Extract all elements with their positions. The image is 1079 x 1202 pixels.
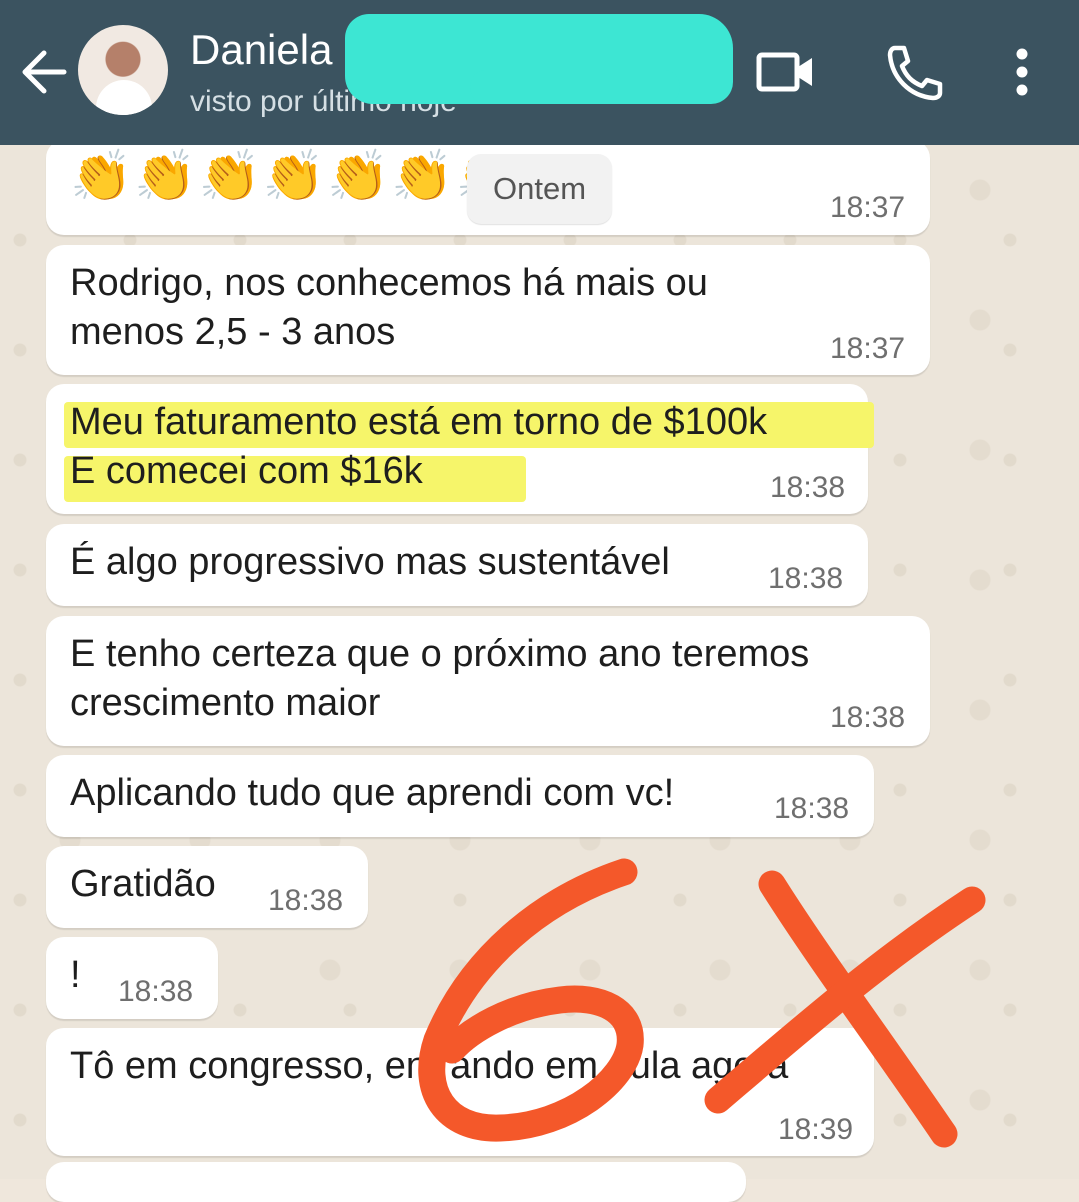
message-line: Meu faturamento está em torno de $100k	[70, 401, 768, 443]
message-time: 18:38	[770, 471, 846, 504]
contact-name[interactable]: Daniela	[190, 22, 332, 78]
message-text: É algo progressivo mas sustentável	[70, 541, 670, 583]
message-text: Rodrigo, nos conhecemos há mais ou menos…	[70, 259, 708, 357]
message-bubble[interactable]: Aplicando tudo que aprendi com vc! 18:38	[46, 755, 874, 837]
redaction-mark	[470, 70, 680, 104]
message-line: E tenho certeza que o próximo ano teremo…	[70, 633, 810, 675]
message-bubble[interactable]	[46, 1162, 746, 1202]
message-time: 18:38	[768, 562, 844, 595]
message-text: Meu faturamento está em torno de $100k E…	[70, 398, 767, 496]
message-bubble[interactable]: E tenho certeza que o próximo ano teremo…	[46, 616, 930, 746]
message-text: Gratidão	[70, 863, 216, 905]
message-line: E comecei com $16k	[70, 450, 423, 492]
avatar[interactable]	[78, 25, 168, 115]
message-line: menos 2,5 - 3 anos	[70, 311, 396, 353]
more-vert-icon[interactable]	[998, 40, 1046, 104]
message-text: E tenho certeza que o próximo ano teremo…	[70, 630, 809, 728]
date-separator: Ontem	[467, 154, 612, 224]
emoji-message-text: 👏👏👏👏👏👏👏	[70, 148, 470, 204]
message-line: crescimento maior	[70, 682, 381, 724]
message-bubble[interactable]: Tô em congresso, entrando em aula agora …	[46, 1028, 874, 1156]
message-bubble[interactable]: Gratidão 18:38	[46, 846, 368, 928]
phone-icon[interactable]	[878, 40, 948, 104]
message-time: 18:37	[830, 191, 906, 224]
message-time: 18:39	[778, 1113, 854, 1146]
message-text: Aplicando tudo que aprendi com vc!	[70, 772, 675, 814]
message-bubble[interactable]: ! 18:38	[46, 937, 218, 1019]
back-arrow-icon[interactable]	[18, 42, 70, 102]
message-time: 18:38	[268, 884, 344, 917]
message-text: Tô em congresso, entrando em aula agora	[70, 1045, 789, 1087]
message-time: 18:38	[830, 701, 906, 734]
message-time: 18:37	[830, 332, 906, 365]
video-call-icon[interactable]	[752, 40, 822, 104]
message-time: 18:38	[774, 792, 850, 825]
message-line: Rodrigo, nos conhecemos há mais ou	[70, 262, 708, 304]
message-bubble[interactable]: Rodrigo, nos conhecemos há mais ou menos…	[46, 245, 930, 375]
message-bubble[interactable]: É algo progressivo mas sustentável 18:38	[46, 524, 868, 606]
message-text: !	[70, 954, 81, 996]
message-time: 18:38	[118, 975, 194, 1008]
message-bubble[interactable]: Meu faturamento está em torno de $100k E…	[46, 384, 874, 514]
